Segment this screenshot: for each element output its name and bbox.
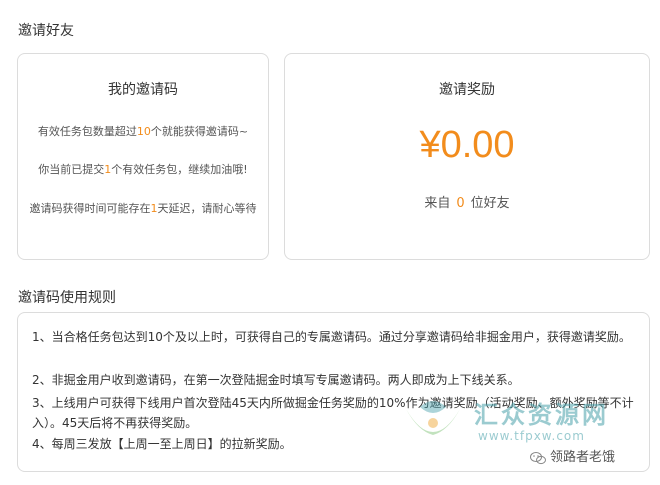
invite-rules-title: 邀请码使用规则 (18, 290, 116, 306)
code-requirement-count: 10 (136, 125, 151, 138)
rule-item: 4、每周三发放【上周一至上周日】的拉新奖励。 (32, 437, 292, 451)
code-progress-prefix: 你当前已提交 (38, 163, 105, 176)
reward-source-prefix: 来自 (424, 196, 451, 211)
friend-count: 0 (456, 196, 465, 211)
code-requirement-text: 有效任务包数量超过10个就能获得邀请码~ (18, 123, 268, 139)
code-progress-text: 你当前已提交1个有效任务包，继续加油哦! (18, 161, 268, 177)
my-invite-code-card: 我的邀请码 有效任务包数量超过10个就能获得邀请码~ 你当前已提交1个有效任务包… (17, 53, 269, 260)
code-delay-text: 邀请码获得时间可能存在1天延迟，请耐心等待 (18, 200, 268, 216)
invite-reward-card: 邀请奖励 ¥0.00 来自 0 位好友 (284, 53, 650, 260)
my-invite-code-heading: 我的邀请码 (108, 82, 178, 98)
rule-item: 1、当合格任务包达到10个及以上时，可获得自己的专属邀请码。通过分享邀请码给非掘… (32, 330, 631, 344)
code-requirement-prefix: 有效任务包数量超过 (37, 125, 137, 138)
code-delay-prefix: 邀请码获得时间可能存在 (29, 202, 151, 215)
reward-source-text: 来自 0 位好友 (285, 192, 649, 211)
reward-source-suffix: 位好友 (470, 196, 510, 211)
code-requirement-suffix: 个就能获得邀请码~ (150, 125, 249, 138)
code-progress-suffix: 个有效任务包，继续加油哦! (111, 163, 248, 176)
reward-amount: ¥0.00 (419, 124, 515, 166)
code-delay-suffix: 天延迟，请耐心等待 (157, 202, 257, 215)
invite-rules-card: 1、当合格任务包达到10个及以上时，可获得自己的专属邀请码。通过分享邀请码给非掘… (17, 312, 650, 472)
invite-friends-title: 邀请好友 (18, 23, 74, 39)
code-delay-days: 1 (150, 202, 158, 215)
rule-item: 2、非掘金用户收到邀请码，在第一次登陆掘金时填写专属邀请码。两人即成为上下线关系… (32, 373, 520, 387)
rule-item: 3、上线用户可获得下线用户首次登陆45天内所做掘金任务奖励的10%作为邀请奖励（… (32, 396, 634, 430)
invite-reward-heading: 邀请奖励 (439, 82, 495, 98)
